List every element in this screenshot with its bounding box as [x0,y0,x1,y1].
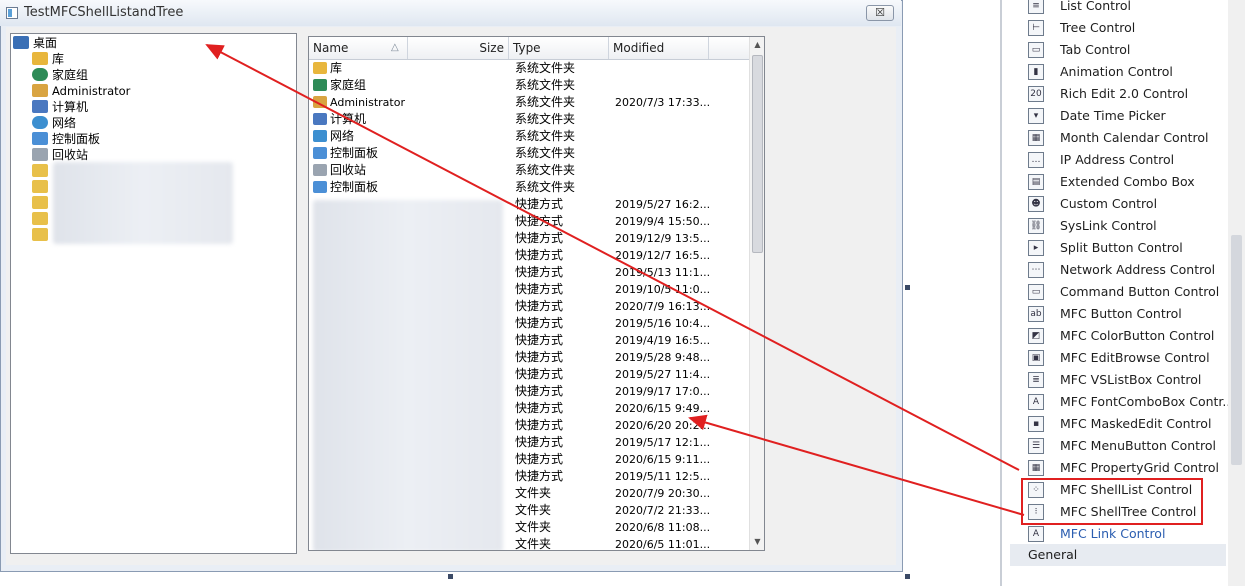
annotation-arrows [205,44,1025,516]
arrow-to-tree [205,44,1020,471]
arrow-to-list [688,414,1025,516]
